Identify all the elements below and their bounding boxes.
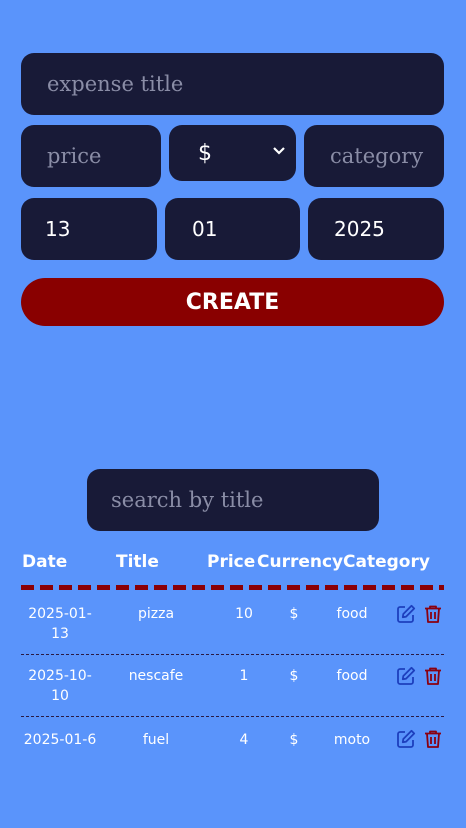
row-divider xyxy=(21,654,444,655)
row-currency: $ xyxy=(289,668,299,684)
header-title: Title xyxy=(116,552,159,572)
header-currency: Currency xyxy=(257,552,344,572)
trash-icon[interactable] xyxy=(423,666,443,686)
row-price: 10 xyxy=(235,606,253,622)
row-currency: $ xyxy=(289,606,299,622)
expense-title-input[interactable]: expense title xyxy=(21,53,444,115)
row-price: 4 xyxy=(239,732,249,748)
row-title: pizza xyxy=(137,606,175,622)
row-currency: $ xyxy=(289,732,299,748)
edit-icon[interactable] xyxy=(396,604,416,624)
row-date: 2025-01- 13 xyxy=(28,606,92,642)
edit-icon[interactable] xyxy=(396,666,416,686)
row-date: 2025-01-6 xyxy=(23,732,97,748)
create-button[interactable]: CREATE xyxy=(21,278,444,326)
day-input[interactable]: 13 xyxy=(21,198,157,260)
header-price: Price xyxy=(207,552,256,572)
edit-icon[interactable] xyxy=(396,729,416,749)
currency-select[interactable]: $ xyxy=(169,125,296,181)
row-date: 2025-10- 10 xyxy=(28,668,92,704)
month-input[interactable]: 01 xyxy=(165,198,300,260)
category-input[interactable]: category xyxy=(304,125,444,187)
header-category: Category xyxy=(343,552,430,572)
row-category: food xyxy=(336,606,368,622)
header-divider xyxy=(21,585,444,590)
trash-icon[interactable] xyxy=(423,604,443,624)
currency-value: $ xyxy=(198,140,212,166)
header-date: Date xyxy=(22,552,68,572)
year-input[interactable]: 2025 xyxy=(308,198,444,260)
row-category: food xyxy=(336,668,368,684)
search-input[interactable]: search by title xyxy=(87,469,379,531)
chevron-down-icon xyxy=(273,147,285,155)
row-divider xyxy=(21,716,444,717)
row-category: moto xyxy=(333,732,371,748)
row-title: nescafe xyxy=(128,668,184,684)
price-input[interactable]: price xyxy=(21,125,161,187)
row-title: fuel xyxy=(142,732,170,748)
trash-icon[interactable] xyxy=(423,729,443,749)
row-price: 1 xyxy=(239,668,249,684)
